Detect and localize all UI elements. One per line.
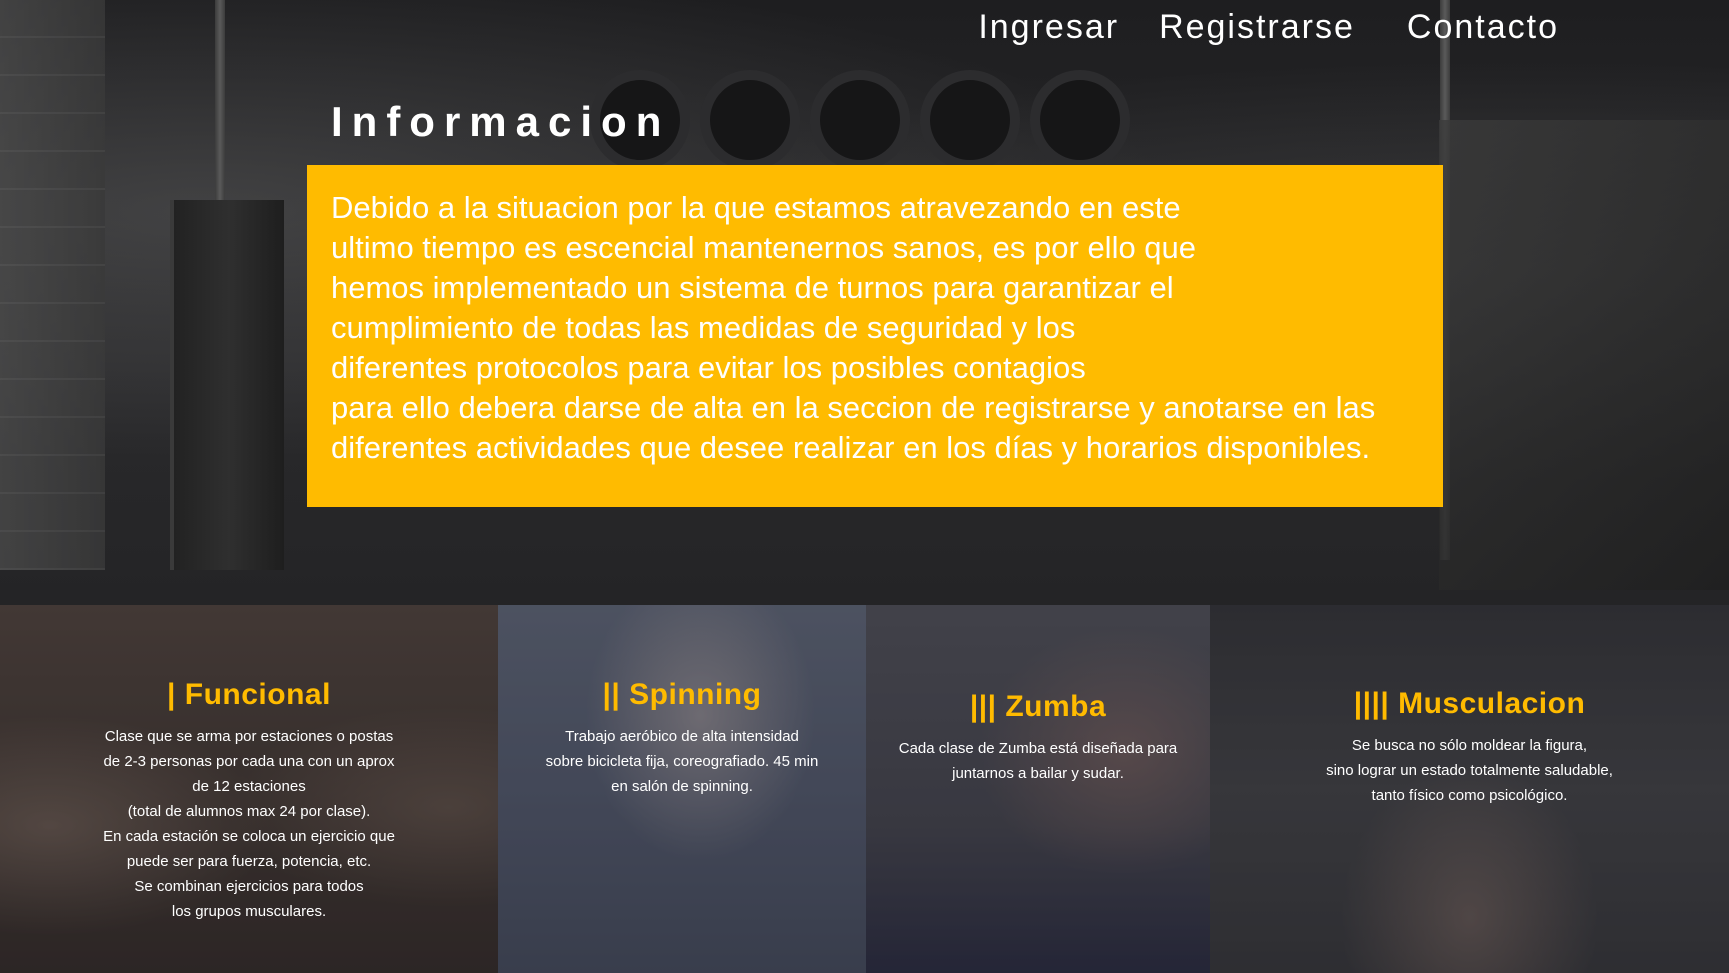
activity-content: ||| Zumba Cada clase de Zumba está diseñ… (866, 690, 1210, 786)
activity-description: Clase que se arma por estaciones o posta… (103, 728, 395, 920)
info-text-line: Debido a la situacion por la que estamos… (331, 190, 1181, 225)
nav-contact-link[interactable]: Contacto (1407, 8, 1559, 47)
activity-content: || Spinning Trabajo aeróbico de alta int… (498, 678, 866, 799)
activity-title: | Funcional (167, 678, 331, 711)
nav-register-link[interactable]: Registrarse (1159, 8, 1355, 47)
photo-overlay (866, 605, 1210, 973)
brick-wall-decoration (0, 0, 105, 570)
activity-title: || Spinning (602, 678, 762, 711)
activity-title: |||| Musculacion (1353, 687, 1586, 720)
page: Ingresar Registrarse Contacto Informacio… (0, 0, 1729, 973)
weight-plate-decoration (920, 70, 1020, 170)
weight-plate-decoration (700, 70, 800, 170)
activity-card-musculacion: |||| Musculacion Se busca no sólo moldea… (1210, 605, 1729, 973)
gym-machine-decoration (1439, 120, 1729, 590)
info-box: Debido a la situacion por la que estamos… (307, 165, 1443, 507)
weight-rack-decoration (170, 200, 284, 570)
activity-description: Cada clase de Zumba está diseñada para j… (898, 740, 1178, 782)
info-text-line: hemos implementado un sistema de turnos … (331, 270, 1174, 305)
activity-title: ||| Zumba (969, 690, 1107, 723)
activity-content: | Funcional Clase que se arma por estaci… (0, 678, 498, 924)
weight-plate-decoration (810, 70, 910, 170)
activity-content: |||| Musculacion Se busca no sólo moldea… (1210, 687, 1729, 808)
info-text-line: diferentes actividades que desee realiza… (331, 430, 1371, 465)
info-text-line: cumplimiento de todas las medidas de seg… (331, 310, 1076, 345)
activity-description: Trabajo aeróbico de alta intensidad sobr… (545, 728, 819, 795)
activities-section: | Funcional Clase que se arma por estaci… (0, 605, 1729, 973)
info-text-line: diferentes protocolos para evitar los po… (331, 350, 1086, 385)
weight-plate-decoration (1030, 70, 1130, 170)
info-title: Informacion (331, 98, 671, 145)
top-nav: Ingresar Registrarse Contacto (978, 8, 1559, 47)
info-text-line: ultimo tiempo es escencial mantenernos s… (331, 230, 1197, 265)
activity-description: Se busca no sólo moldear la figura, sino… (1326, 737, 1613, 804)
activity-card-zumba: ||| Zumba Cada clase de Zumba está diseñ… (866, 605, 1210, 973)
nav-login-link[interactable]: Ingresar (978, 8, 1119, 47)
info-text-line: para ello debera darse de alta en la sec… (331, 390, 1376, 425)
activity-card-funcional: | Funcional Clase que se arma por estaci… (0, 605, 498, 973)
activity-card-spinning: || Spinning Trabajo aeróbico de alta int… (498, 605, 866, 973)
